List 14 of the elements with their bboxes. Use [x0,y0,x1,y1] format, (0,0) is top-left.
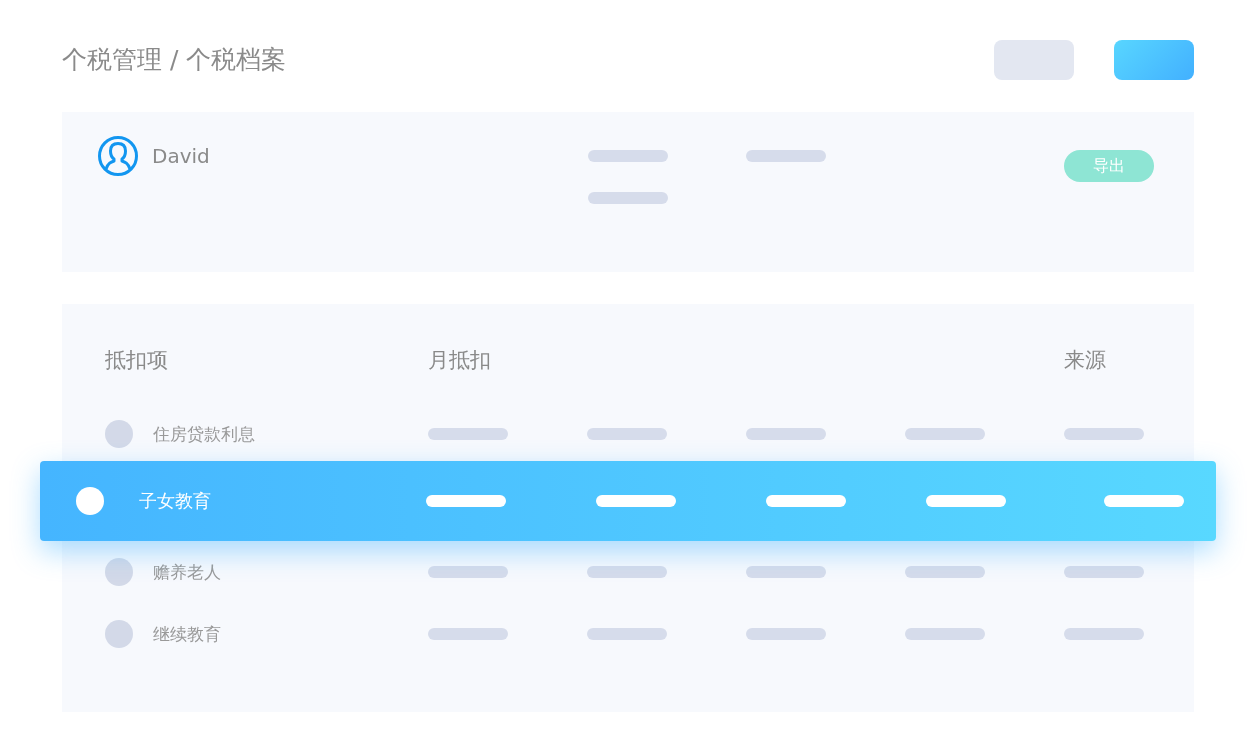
row-label: 子女教育 [139,489,211,513]
column-header: 来源 [1064,347,1106,374]
row-label: 赡养老人 [153,560,221,584]
user-icon [98,136,138,176]
secondary-blank-button[interactable] [994,40,1074,80]
row-label: 住房贷款利息 [153,422,255,446]
highlighted-row[interactable]: 子女教育 [40,461,1216,541]
primary-blank-button[interactable] [1114,40,1194,80]
column-header: 月抵扣 [428,347,491,374]
breadcrumb: 个税管理 / 个税档案 [62,44,287,76]
export-button[interactable]: 导出 [1064,150,1154,182]
user-name: David [152,144,210,168]
row-label: 继续教育 [153,622,221,646]
column-header: 抵扣项 [105,347,168,374]
